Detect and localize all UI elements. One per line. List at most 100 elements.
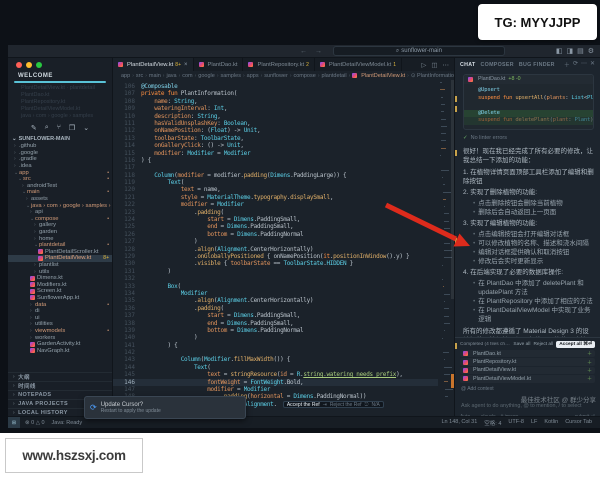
open-editor-item[interactable]: PlantDetailViewModel.kt	[8, 106, 112, 113]
panel-toggle-icon[interactable]: ⚙	[588, 48, 594, 55]
code-line[interactable]: 114 onGalleryClick: () -> Unit,	[113, 142, 438, 149]
panel-toggle-icon[interactable]: ◨	[566, 48, 573, 55]
tree-item[interactable]: ›.idea	[8, 163, 112, 170]
code-line[interactable]: 112 onNamePosition: (Float) -> Unit,	[113, 127, 438, 134]
tab-control-icon[interactable]: ◫	[431, 61, 437, 69]
statusbar-item[interactable]: LF	[531, 419, 537, 427]
chat-header-icon[interactable]: ⋯	[581, 60, 587, 69]
tree-item[interactable]: ›di	[8, 308, 112, 315]
breadcrumb-item[interactable]: com	[182, 73, 192, 79]
code-line[interactable]: 108 name: String,	[113, 98, 438, 105]
breadcrumb-item[interactable]: samples	[221, 73, 241, 79]
tree-item[interactable]: ›.github	[8, 143, 112, 150]
statusbar-item[interactable]: ⊗ 0 △ 0	[25, 420, 45, 426]
changed-file-row[interactable]: PlantDetailViewModel.kt＋	[460, 375, 595, 382]
changed-file-row[interactable]: PlantRepository.kt＋	[460, 358, 595, 365]
chat-thread[interactable]: PlantDao.kt +8 -0 @Upsertsuspend fun ups…	[455, 71, 600, 337]
code-line[interactable]: 124 start = Dimens.PaddingSmall,	[113, 216, 438, 223]
code-line[interactable]: 146 fontWeight = FontWeight.Bold,	[113, 379, 438, 386]
code-line[interactable]: 111 hasValidUnsplashKey: Boolean,	[113, 120, 438, 127]
breadcrumb-symbol[interactable]: ⊙ PlantInformation	[411, 73, 454, 79]
tree-item[interactable]: ⌄compose•	[8, 216, 112, 223]
code-line[interactable]: 134 Modifier	[113, 290, 438, 297]
sidebar-section-时间线[interactable]: ›时间线	[8, 381, 112, 390]
tree-item[interactable]: ›.google	[8, 150, 112, 157]
open-editor-item[interactable]: PlantRepository.kt	[8, 99, 112, 106]
code-line[interactable]: 136 .padding(	[113, 305, 438, 312]
open-editor-item[interactable]: java › com › google › samples	[8, 113, 112, 120]
code-line[interactable]: 142	[113, 349, 438, 356]
remote-indicator[interactable]: ⊞	[8, 417, 20, 428]
code-line[interactable]: 145 text = stringResource(id = R.string.…	[113, 371, 438, 378]
tree-item[interactable]: NavGraph.kt	[8, 347, 112, 354]
reject-ref-button[interactable]: Reject the Ref	[330, 402, 362, 407]
tree-item[interactable]: ›viewmodels•	[8, 328, 112, 335]
lint-status[interactable]: ✓ No linter errors	[463, 134, 594, 143]
code-line[interactable]: 110 description: String,	[113, 113, 438, 120]
save-all-button[interactable]: Save all	[513, 342, 530, 347]
code-line[interactable]: 125 end = Dimens.PaddingSmall,	[113, 223, 438, 230]
code-line[interactable]: 119 Text(	[113, 179, 438, 186]
tree-item[interactable]: ›utils	[8, 268, 112, 275]
close-icon[interactable]: ×	[184, 62, 188, 68]
code-line[interactable]: 121 style = MaterialTheme.typography.dis…	[113, 194, 438, 201]
explorer-toolbar-icon[interactable]: ⑂	[57, 124, 61, 132]
tree-item[interactable]: ›gallery	[8, 222, 112, 229]
code-viewport[interactable]: 106@Composable107private fun PlantInform…	[113, 80, 454, 417]
tree-item[interactable]: ›home	[8, 235, 112, 242]
open-editor-item[interactable]: PlantDetailView.kt · plantdetail	[8, 85, 112, 92]
editor-tab[interactable]: PlantDetailView.kt8+×	[113, 58, 194, 71]
tab-composer[interactable]: COMPOSER	[481, 62, 514, 68]
tree-item[interactable]: ›plantlist	[8, 262, 112, 269]
command-search-bar[interactable]: ⌕ sunflower-main	[333, 46, 505, 56]
sidebar-section-大纲[interactable]: ›大纲	[8, 372, 112, 381]
code-line[interactable]: 128 .align(Alignment.CenterHorizontally)	[113, 246, 438, 253]
tab-chat[interactable]: CHAT	[460, 62, 476, 68]
tree-item[interactable]: ›workers	[8, 334, 112, 341]
minimap[interactable]	[440, 82, 450, 415]
breadcrumb-item[interactable]: plantdetail	[321, 73, 346, 79]
tree-item[interactable]: ›androidTest	[8, 183, 112, 190]
code-line[interactable]: 129 .onGloballyPositioned { onNamePositi…	[113, 253, 438, 260]
tab-bug-finder[interactable]: BUG FINDER	[519, 62, 555, 68]
tree-item[interactable]: ›api	[8, 209, 112, 216]
tree-item[interactable]: ›ui	[8, 314, 112, 321]
panel-toggle-icon[interactable]: ◧	[556, 48, 563, 55]
code-line[interactable]: 138 end = Dimens.PaddingSmall,	[113, 320, 438, 327]
breadcrumb-file[interactable]: PlantDetailView.kt	[352, 73, 405, 79]
editor-tab[interactable]: PlantRepository.kt2	[243, 58, 314, 71]
code-line[interactable]: 130 .visible { toolbarState == ToolbarSt…	[113, 260, 438, 267]
sidebar-tab-welcome[interactable]: WELCOME	[8, 71, 112, 80]
chat-header-icon[interactable]: ＋	[564, 60, 570, 69]
explorer-toolbar-icon[interactable]: ❒	[69, 124, 75, 132]
code-line[interactable]: 118 Column(modifier = modifier.padding(D…	[113, 172, 438, 179]
project-root-row[interactable]: ⌄ SUNFLOWER-MAIN	[8, 135, 112, 143]
code-line[interactable]: 141 ) {	[113, 342, 438, 349]
code-line[interactable]: 126 bottom = Dimens.PaddingNormal	[113, 231, 438, 238]
statusbar-item[interactable]: Java: Ready	[52, 420, 83, 426]
code-line[interactable]: 133 Box(	[113, 283, 438, 290]
editor-tab[interactable]: PlantDetailViewModel.kt1	[315, 58, 402, 71]
breadcrumb-item[interactable]: compose	[293, 73, 315, 79]
tree-item[interactable]: Dimens.kt	[8, 275, 112, 282]
editor-tab[interactable]: PlantDao.kt	[194, 58, 244, 71]
statusbar-item[interactable]: Cursor Tab	[565, 419, 592, 427]
breadcrumb-item[interactable]: sunflower	[264, 73, 288, 79]
code-line[interactable]: 123 .padding(	[113, 209, 438, 216]
code-line[interactable]: 139 bottom = Dimens.PaddingNormal	[113, 327, 438, 334]
tree-item[interactable]: Screen.kt	[8, 288, 112, 295]
tab-control-icon[interactable]: ⋯	[443, 61, 450, 69]
code-line[interactable]: 132	[113, 275, 438, 282]
tree-item[interactable]: ⌄src•	[8, 176, 112, 183]
code-line[interactable]: 107private fun PlantInformation(	[113, 90, 438, 97]
reject-all-button[interactable]: Reject all	[533, 342, 553, 347]
close-window-button[interactable]	[16, 62, 22, 68]
nav-arrows[interactable]: ← →	[300, 48, 325, 55]
tree-item[interactable]: ›assets	[8, 196, 112, 203]
tree-item[interactable]: ⌄plantdetail•	[8, 242, 112, 249]
tree-item[interactable]: ›utilities	[8, 321, 112, 328]
explorer-toolbar-icon[interactable]: ✎	[31, 124, 37, 132]
tree-item[interactable]: ›garden	[8, 229, 112, 236]
zoom-window-button[interactable]	[36, 62, 42, 68]
tree-item[interactable]: Modifiers.kt	[8, 281, 112, 288]
